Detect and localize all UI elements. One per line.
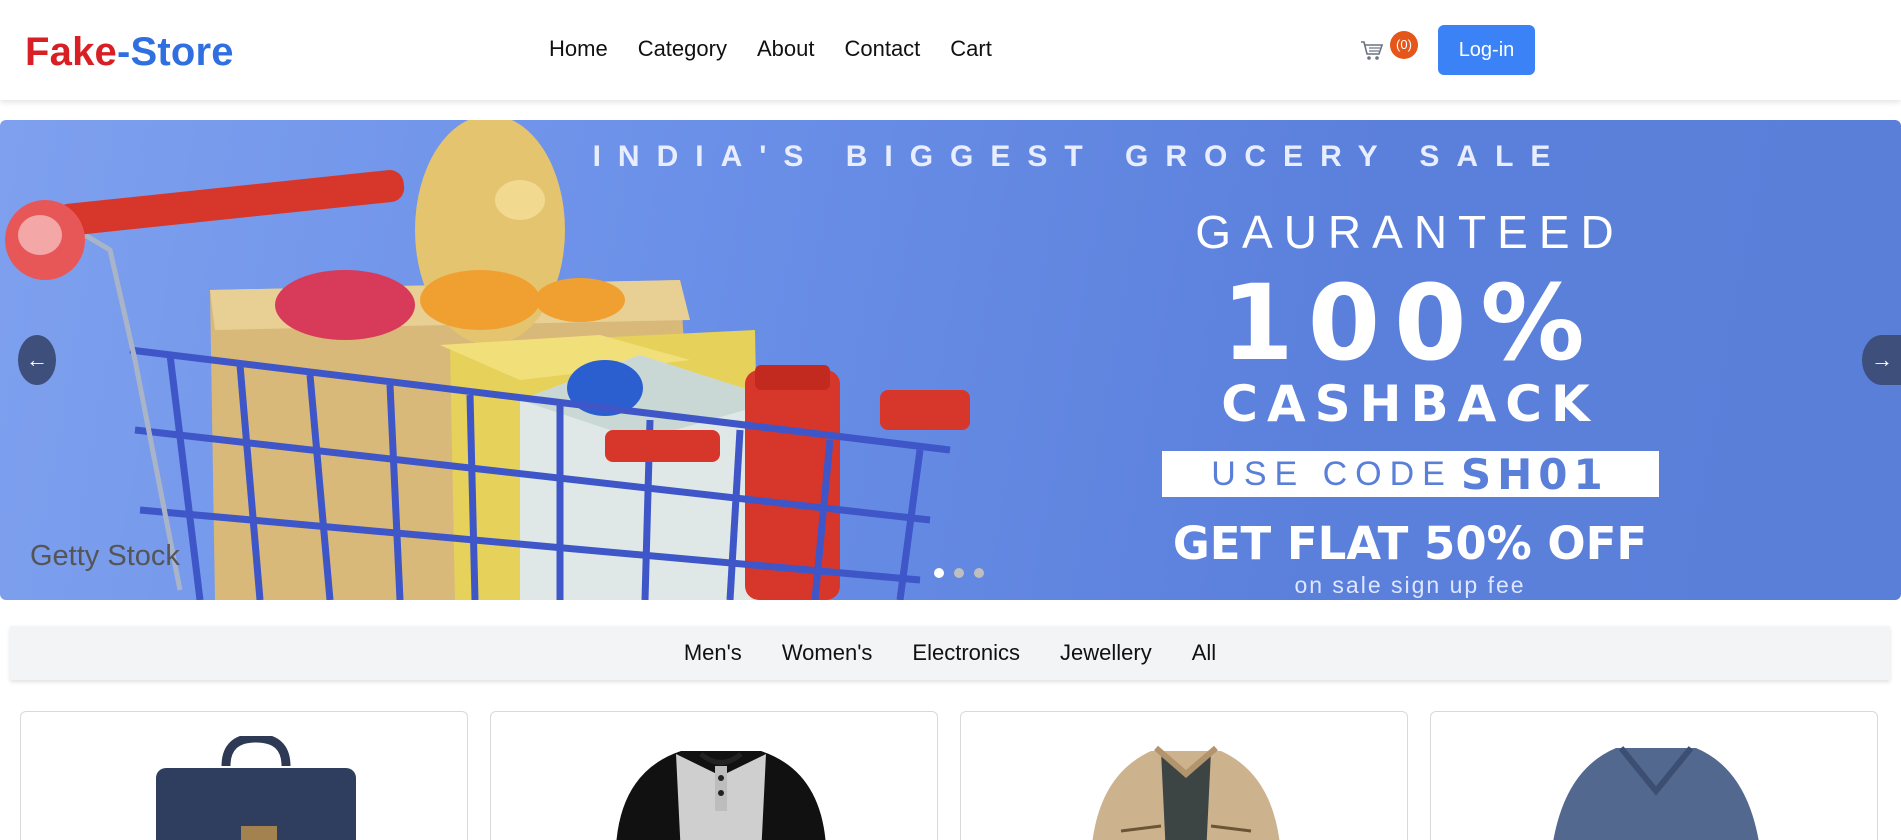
promo-subtext: on sale sign up fee xyxy=(1294,572,1526,598)
grocery-cart-image xyxy=(5,120,970,600)
cart-icon[interactable] xyxy=(1360,40,1384,62)
product-card[interactable] xyxy=(1430,711,1878,840)
nav-category[interactable]: Category xyxy=(638,36,727,62)
promo-percent: 100% xyxy=(1221,262,1599,384)
vneck-tee-image xyxy=(1553,746,1759,840)
category-all[interactable]: All xyxy=(1192,640,1216,666)
jacket-image xyxy=(1092,745,1280,840)
nav-about[interactable]: About xyxy=(757,36,815,62)
product-card[interactable] xyxy=(490,711,938,840)
nav-cart[interactable]: Cart xyxy=(950,36,992,62)
carousel-dot-2[interactable] xyxy=(954,568,964,578)
banner-headline: INDIA'S BIGGEST GROCERY SALE xyxy=(0,140,1901,174)
main-nav: Home Category About Contact Cart xyxy=(549,36,992,62)
brand-logo[interactable]: Fake-Store xyxy=(25,30,234,75)
nav-home[interactable]: Home xyxy=(549,36,608,62)
carousel-dot-3[interactable] xyxy=(974,568,984,578)
carousel-next-button[interactable]: → xyxy=(1862,335,1901,385)
promo-flat-off: GET FLAT 50% OFF xyxy=(1172,517,1648,570)
image-watermark: Getty Stock xyxy=(30,540,180,572)
promo-cashback: CASHBACK xyxy=(1221,375,1599,433)
category-jewellery[interactable]: Jewellery xyxy=(1060,640,1152,666)
raglan-shirt-image xyxy=(616,751,826,840)
product-card[interactable] xyxy=(20,711,468,840)
logo-part-1: Fake xyxy=(25,30,117,74)
carousel-prev-button[interactable]: ← xyxy=(18,335,56,385)
navbar: Fake-Store Home Category About Contact C… xyxy=(0,0,1901,100)
cart-count-badge: (0) xyxy=(1390,31,1418,59)
promo-code-box: USE CODE SH01 xyxy=(1161,449,1659,499)
carousel-indicators xyxy=(934,568,984,578)
product-card[interactable] xyxy=(960,711,1408,840)
banner-headline-text: INDIA'S BIGGEST GROCERY SALE xyxy=(592,140,1568,173)
promo-block: GAURANTEED 100% CASHBACK USE CODE SH01 G… xyxy=(1140,205,1680,599)
category-mens[interactable]: Men's xyxy=(684,640,742,666)
promo-code-value: SH01 xyxy=(1460,449,1609,499)
category-bar: Men's Women's Electronics Jewellery All xyxy=(10,626,1890,680)
logo-part-2: -Store xyxy=(116,30,234,74)
category-electronics[interactable]: Electronics xyxy=(912,640,1020,666)
carousel-dot-1[interactable] xyxy=(934,568,944,578)
promo-code-label: USE CODE xyxy=(1211,454,1453,493)
backpack-image xyxy=(156,736,356,840)
promo-carousel: INDIA'S BIGGEST GROCERY SALE GAURANTEED … xyxy=(0,120,1901,600)
category-womens[interactable]: Women's xyxy=(782,640,873,666)
page: Fake-Store Home Category About Contact C… xyxy=(0,0,1901,840)
nav-contact[interactable]: Contact xyxy=(844,36,920,62)
promo-guaranteed: GAURANTEED xyxy=(1195,206,1625,258)
login-button[interactable]: Log-in xyxy=(1438,25,1535,75)
